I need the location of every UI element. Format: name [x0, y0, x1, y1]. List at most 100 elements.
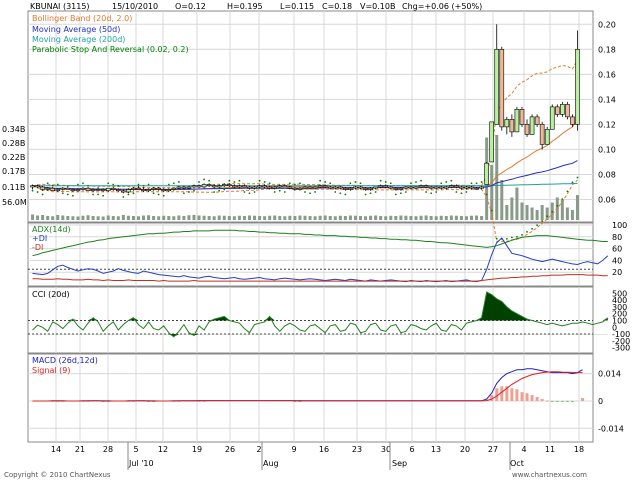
psar-dot — [314, 191, 316, 193]
volume-bar — [369, 215, 373, 220]
candle-body — [378, 185, 383, 188]
x-tick-label: 26 — [225, 445, 235, 454]
candle-body — [186, 186, 192, 189]
volume-bar — [247, 215, 251, 220]
candle-body — [30, 185, 35, 188]
psar-dot — [102, 194, 105, 197]
volume-bar — [298, 215, 302, 220]
volume-bar — [136, 216, 140, 220]
candle-body — [544, 129, 550, 145]
volume-bar — [475, 215, 479, 220]
legend-mdi: -DI — [32, 243, 43, 252]
psar-dot — [107, 182, 110, 185]
psar-dot — [273, 191, 276, 193]
candle-body — [227, 184, 232, 187]
volume-bar — [470, 215, 474, 220]
psar-dot — [475, 182, 478, 185]
macd-tick-label: 0 — [598, 397, 603, 406]
macd-histogram-bar — [530, 395, 534, 401]
candle-body — [474, 187, 479, 190]
x-tick-label: 4 — [521, 445, 526, 454]
volume-bar — [101, 216, 105, 220]
psar-dot — [142, 184, 145, 187]
macd-histogram-bar — [560, 400, 564, 402]
volume-label: V=0.10B — [360, 2, 395, 11]
macd-histogram-bar — [520, 392, 524, 401]
x-tick-label: 9 — [291, 445, 296, 454]
legend-macd: MACD (26d,12d) — [32, 356, 98, 365]
volume-bar — [86, 215, 90, 220]
psar-dot — [389, 182, 392, 185]
psar-dot — [51, 184, 54, 187]
psar-dot — [369, 192, 372, 195]
candle-body — [131, 187, 136, 190]
candle-body — [95, 189, 101, 191]
volume-bar — [530, 207, 534, 220]
candle-body — [70, 189, 76, 192]
psar-dot — [278, 189, 281, 192]
psar-dot — [571, 181, 574, 184]
copyright-text: Copyright © 2010 ChartNexus — [4, 471, 111, 479]
macd-histogram-bar — [555, 400, 559, 402]
adx-tick-label: 80 — [612, 233, 622, 242]
psar-dot — [213, 191, 216, 193]
x-tick-label: 16 — [319, 445, 329, 454]
candle-body — [534, 116, 540, 125]
psar-dot — [122, 196, 125, 198]
macd-histogram-bar — [565, 400, 569, 402]
psar-dot — [425, 191, 428, 193]
volume-bar — [525, 205, 529, 220]
volume-bar — [147, 215, 151, 220]
volume-tick-label: 0.17B — [2, 167, 25, 176]
legend-pdi: +DI — [32, 234, 47, 243]
legend-cci: CCI (20d) — [32, 290, 70, 299]
volume-bar — [51, 216, 55, 220]
candle-body — [206, 184, 212, 187]
volume-bar — [207, 216, 211, 220]
volume-bar — [111, 216, 115, 220]
x-tick-label: 20 — [460, 445, 470, 454]
volume-bar — [258, 216, 262, 220]
volume-bar — [374, 215, 378, 220]
volume-bar — [192, 215, 196, 220]
volume-bar — [343, 216, 347, 220]
psar-dot — [495, 237, 498, 240]
candle-body — [146, 189, 151, 192]
volume-bar — [142, 215, 146, 220]
volume-bar — [570, 210, 574, 220]
site-text: www.chartnexus.com — [512, 471, 587, 479]
volume-bar — [172, 216, 176, 220]
volume-bar — [131, 216, 135, 220]
price-tick-label: 0.08 — [598, 170, 616, 179]
volume-bar — [434, 216, 438, 220]
psar-dot — [203, 178, 205, 181]
volume-bar — [177, 215, 181, 220]
psar-dot — [339, 192, 342, 195]
psar-dot — [66, 193, 69, 196]
candle-body — [126, 189, 131, 193]
candle-body — [90, 189, 96, 192]
volume-tick-label: 0.34B — [2, 125, 25, 134]
candle-body — [575, 48, 580, 125]
volume-bar — [419, 215, 423, 220]
candle-body — [201, 184, 207, 188]
volume-tick-label: 0.11B — [2, 183, 25, 192]
price-tick-label: 0.12 — [598, 120, 616, 129]
volume-bar — [96, 216, 100, 220]
psar-dot — [152, 192, 155, 195]
candle-body — [560, 104, 565, 115]
psar-dot — [218, 189, 221, 192]
price-tick-label: 0.10 — [598, 145, 616, 154]
volume-bar — [439, 215, 443, 220]
price-tick-label: 0.18 — [598, 45, 616, 54]
candle-body — [302, 186, 308, 189]
psar-dot — [157, 193, 160, 196]
volume-bar — [328, 216, 332, 220]
candle-body — [35, 185, 40, 188]
volume-bar — [333, 216, 337, 220]
candle-body — [565, 104, 570, 118]
x-month-label: Sep — [392, 459, 407, 468]
psar-dot — [127, 193, 130, 196]
x-tick-label: 28 — [103, 445, 113, 454]
volume-bar — [152, 216, 156, 220]
